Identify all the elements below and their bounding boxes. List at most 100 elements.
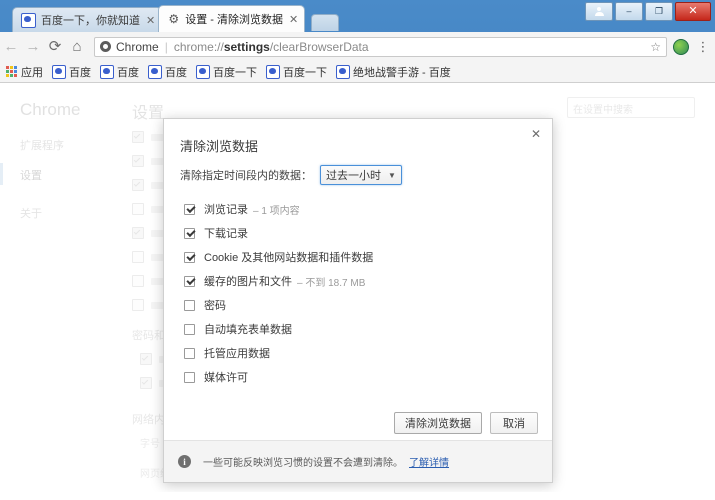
dialog-actions: 清除浏览数据 取消 [394,412,538,434]
chrome-menu-button[interactable]: ⋮ [695,40,711,53]
maximize-button[interactable]: ❐ [645,2,673,21]
bookmark-item[interactable]: 百度 [100,64,139,80]
time-range-select[interactable]: 过去一小时 ▼ [320,165,402,185]
new-tab-button[interactable] [311,14,340,31]
checkbox-row-autofill[interactable]: 自动填充表单数据 [184,317,530,341]
dialog-close-button[interactable]: ✕ [529,127,543,141]
baidu-icon [100,64,114,79]
checkbox-row-cached-images[interactable]: 缓存的图片和文件 – 不到 18.7 MB [184,269,530,293]
chrome-page-icon [100,41,111,52]
checkbox-icon[interactable] [184,203,195,215]
tabs: 百度一下，你就知道 ✕ ⚙ 设置 - 清除浏览数据 ✕ [12,5,340,32]
checkbox-icon[interactable] [184,275,195,287]
bookmarks-bar: 应用 百度 百度 百度 百度一下 百度一下 绝地战警手游 - 百度 [0,61,715,83]
reload-button[interactable]: ⟳ [44,39,66,54]
extension-icon[interactable] [673,38,689,55]
bookmark-label: 百度 [69,66,91,79]
back-button[interactable]: ← [0,39,22,54]
tab-close-icon[interactable]: ✕ [289,13,298,26]
bookmark-item[interactable]: 百度 [52,64,91,80]
bookmark-label: 绝地战警手游 - 百度 [353,66,451,79]
baidu-icon [148,64,162,79]
bookmark-label: 百度一下 [283,66,327,79]
baidu-icon [196,64,210,79]
home-icon: ⌂ [72,38,82,55]
avatar-icon [594,7,604,16]
tab-baidu[interactable]: 百度一下，你就知道 ✕ [12,7,163,32]
checkbox-label: Cookie 及其他网站数据和插件数据 [204,252,374,264]
checkbox-label: 密码 [204,300,226,312]
checkbox-row-browsing-history[interactable]: 浏览记录 – 1 项内容 [184,197,530,221]
checkbox-detail: – 1 项内容 [253,205,300,217]
window-controls: – ❐ ✕ [585,2,711,21]
address-bar[interactable]: Chrome | chrome://settings/clearBrowserD… [94,36,667,57]
gear-icon: ⚙ [168,11,180,26]
baidu-icon [52,64,66,79]
home-button[interactable]: ⌂ [66,39,88,54]
dialog-footer: i 一些可能反映浏览习惯的设置不会遭到清除。 了解详情 [164,440,552,482]
bookmark-item[interactable]: 百度一下 [196,64,257,80]
omnibox-separator: | [164,39,168,54]
checkbox-icon[interactable] [184,323,195,335]
checkbox-icon[interactable] [184,299,195,311]
tab-title: 百度一下，你就知道 [41,15,140,27]
baidu-icon [21,12,36,28]
checkbox-detail: – 不到 18.7 MB [297,277,366,289]
minimize-button[interactable]: – [615,2,643,21]
checkbox-label: 缓存的图片和文件 [204,276,292,288]
clear-browsing-data-dialog: ✕ 清除浏览数据 清除指定时间段内的数据： 过去一小时 ▼ 浏览记录 – 1 项… [163,118,553,483]
dialog-title: 清除浏览数据 [180,139,259,154]
tab-strip: – ❐ ✕ 百度一下，你就知道 ✕ ⚙ 设置 - 清除浏览数据 ✕ [0,0,715,32]
baidu-icon [336,64,350,79]
chevron-down-icon: ▼ [388,170,396,180]
forward-button[interactable]: → [22,39,44,54]
bookmark-item[interactable]: 百度 [148,64,187,80]
close-window-button[interactable]: ✕ [675,2,711,21]
url-prefix: chrome:// [173,39,224,54]
omnibox-url: chrome://settings/clearBrowserData [174,40,369,54]
learn-more-link[interactable]: 了解详情 [409,454,449,469]
apps-grid-icon [6,65,18,78]
maximize-icon: ❐ [654,6,664,16]
reload-icon: ⟳ [48,38,62,55]
checkbox-icon[interactable] [184,371,195,383]
bookmark-label: 百度一下 [213,66,257,79]
bookmark-item[interactable]: 百度一下 [266,64,327,80]
omnibox-scheme-label: Chrome [116,39,159,54]
checkbox-row-passwords[interactable]: 密码 [184,293,530,317]
checkbox-icon[interactable] [184,251,195,263]
checkbox-icon[interactable] [184,227,195,239]
checkbox-row-cookies[interactable]: Cookie 及其他网站数据和插件数据 [184,245,530,269]
checkbox-row-hosted-app-data[interactable]: 托管应用数据 [184,341,530,365]
bookmark-label: 百度 [165,66,187,79]
checkbox-row-media-licenses[interactable]: 媒体许可 [184,365,530,389]
cancel-button[interactable]: 取消 [490,412,538,434]
browser-window: – ❐ ✕ 百度一下，你就知道 ✕ ⚙ 设置 - 清除浏览数据 ✕ ← → ⟳ … [0,0,715,500]
checkbox-icon[interactable] [184,347,195,359]
time-range-label: 清除指定时间段内的数据： [180,170,312,182]
tab-close-icon[interactable]: ✕ [146,14,155,27]
checkbox-label: 自动填充表单数据 [204,324,292,336]
tab-settings[interactable]: ⚙ 设置 - 清除浏览数据 ✕ [158,5,306,32]
bookmark-star-icon[interactable]: ☆ [644,40,661,54]
forward-arrow-icon: → [25,38,41,55]
user-avatar-button[interactable] [585,2,613,21]
checkbox-label: 浏览记录 [204,204,248,216]
settings-page: Chrome 扩展程序 设置 关于 设置 在设置中搜索 密码和表单 网络内容 字… [0,83,715,492]
bookmark-label: 应用 [21,66,43,79]
time-range-value: 过去一小时 [326,170,381,182]
clear-data-button[interactable]: 清除浏览数据 [394,412,482,434]
close-icon: ✕ [688,5,698,17]
baidu-icon [266,64,280,79]
bookmark-apps[interactable]: 应用 [6,64,43,80]
bookmark-item[interactable]: 绝地战警手游 - 百度 [336,64,451,80]
time-range-row: 清除指定时间段内的数据： 过去一小时 ▼ [180,165,402,185]
checkbox-label: 托管应用数据 [204,348,270,360]
checkbox-row-download-history[interactable]: 下载记录 [184,221,530,245]
footer-text: 一些可能反映浏览习惯的设置不会遭到清除。 [203,458,403,469]
url-bold: settings [223,39,270,54]
browser-toolbar: ← → ⟳ ⌂ Chrome | chrome://settings/clear… [0,32,715,62]
minimize-icon: – [626,6,632,16]
bookmark-label: 百度 [117,66,139,79]
data-type-checkbox-list: 浏览记录 – 1 项内容 下载记录 Cookie 及其他网站数据和插件数据 缓存… [184,197,530,389]
